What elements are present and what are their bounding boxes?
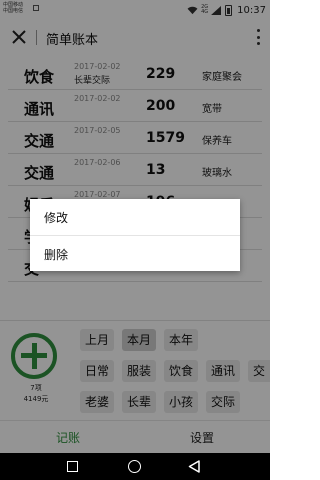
back-triangle-icon[interactable] [188,460,200,473]
delete-label: 删除 [44,248,69,262]
system-nav-bar [0,453,270,480]
delete-menu-item[interactable]: 删除 [30,236,240,272]
edit-menu-item[interactable]: 修改 [30,199,240,235]
edit-label: 修改 [44,211,69,225]
square-icon[interactable] [67,461,78,472]
circle-icon[interactable] [128,460,141,473]
context-menu-dialog: 修改 删除 [30,199,240,271]
